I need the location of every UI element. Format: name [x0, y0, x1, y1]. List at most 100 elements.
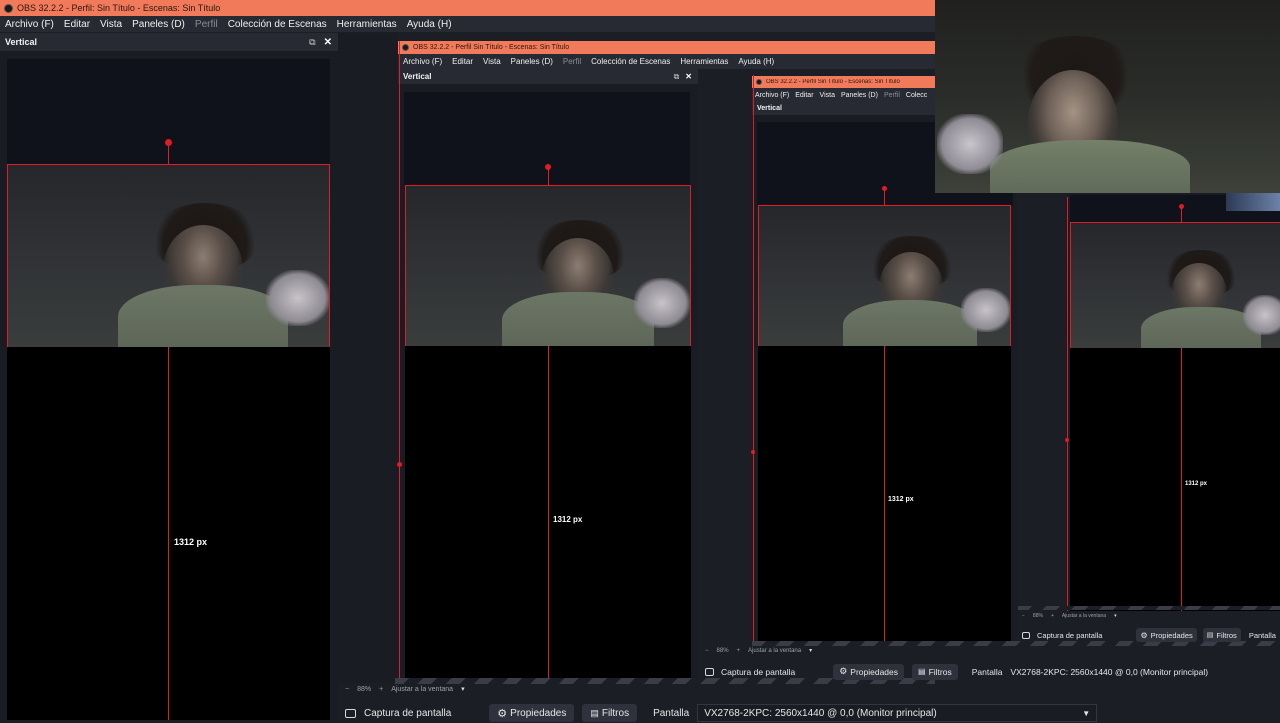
properties-label: Propiedades — [1150, 630, 1193, 640]
menu-herramientas[interactable]: Herramientas — [332, 19, 402, 30]
camera-subject-hoodie — [843, 300, 977, 346]
menu-perfil[interactable]: Perfil — [881, 92, 903, 99]
center-guide-line — [1181, 207, 1182, 223]
window-blue-corner — [1226, 193, 1280, 211]
fit-window-label[interactable]: Ajustar a la ventana — [391, 686, 453, 693]
properties-button[interactable]: ⚙ Propiedades — [833, 663, 905, 680]
undock-icon[interactable]: ⧉ — [309, 37, 315, 48]
camera-source[interactable] — [758, 205, 1011, 347]
menu-perfil[interactable]: Perfil — [558, 57, 586, 66]
chevron-down-icon[interactable]: ▾ — [1114, 613, 1117, 619]
menu-perfil[interactable]: Perfil — [190, 19, 223, 30]
measure-label: 1312 px — [888, 496, 914, 503]
zoom-out-button[interactable]: − — [705, 648, 709, 654]
zoom-out-button[interactable]: − — [1022, 613, 1025, 619]
menu-editar[interactable]: Editar — [792, 92, 816, 99]
zoom-bar-nested-2: − 88% + Ajustar a la ventana ▾ — [1022, 613, 1117, 619]
left-edge-handle[interactable] — [397, 462, 402, 467]
nested-title-bar[interactable]: OBS 32.2.2 - Perfil Sin Título - Escenas… — [398, 41, 935, 54]
canvas-top-empty — [404, 92, 690, 185]
rotation-handle[interactable] — [1179, 204, 1184, 209]
menu-coleccion[interactable]: Colecc — [903, 92, 930, 99]
center-guide-line — [548, 168, 549, 186]
rotation-handle[interactable] — [165, 139, 172, 146]
menu-editar[interactable]: Editar — [59, 19, 95, 30]
left-edge-line — [1067, 197, 1068, 611]
filters-button[interactable]: ▤ Filtros — [582, 704, 638, 722]
filters-label: Filtros — [928, 666, 952, 677]
screen-label: Pantalla — [653, 707, 690, 719]
close-icon[interactable]: ✕ — [324, 37, 332, 48]
menu-coleccion[interactable]: Colección de Escenas — [223, 19, 332, 30]
screen-select[interactable]: VX2768-2KPC: 2560x1440 @ 0,0 (Monitor pr… — [697, 704, 1098, 722]
nested-vertical-canvas-3[interactable]: 1312 px — [1066, 193, 1280, 611]
camera-source[interactable] — [405, 185, 691, 347]
zoom-in-button[interactable]: + — [1051, 613, 1054, 619]
filters-button[interactable]: ▤ Filtros — [1202, 628, 1241, 642]
cam-hoodie — [990, 140, 1190, 193]
obs-logo-icon — [4, 3, 13, 13]
rotation-handle[interactable] — [545, 164, 551, 170]
left-edge-handle[interactable] — [751, 450, 755, 454]
menu-ayuda[interactable]: Ayuda (H) — [402, 19, 457, 30]
zoom-in-button[interactable]: + — [379, 686, 383, 693]
obs-window-nested-3: 1312 px — [1018, 193, 1280, 613]
close-icon[interactable]: ✕ — [685, 72, 692, 81]
properties-button[interactable]: ⚙ Propiedades — [1136, 628, 1197, 642]
filter-icon: ▤ — [590, 707, 599, 718]
source-toolbar-nested-2: Captura de pantalla ⚙ Propiedades ▤ Filt… — [1022, 627, 1276, 643]
preview-border-stripe — [1018, 606, 1280, 610]
chevron-down-icon[interactable]: ▾ — [809, 647, 812, 654]
menu-ayuda[interactable]: Ayuda (H) — [733, 57, 779, 66]
menu-vista[interactable]: Vista — [817, 92, 838, 99]
menu-paneles[interactable]: Paneles (D) — [127, 19, 190, 30]
nested-vertical-canvas-2[interactable]: 1312 px — [752, 115, 1017, 642]
chevron-down-icon: ▼ — [1082, 708, 1091, 718]
menu-coleccion[interactable]: Colección de Escenas — [586, 57, 675, 66]
fit-window-label[interactable]: Ajustar a la ventana — [748, 648, 801, 654]
undock-icon[interactable]: ⧉ — [674, 72, 680, 82]
nested-title-bar-2[interactable]: OBS 32.2.2 - Perfil Sin Título - Escenas… — [752, 76, 935, 88]
menu-herramientas[interactable]: Herramientas — [675, 57, 733, 66]
screen-value[interactable]: VX2768-2KPC: 2560x1440 @ 0,0 (Monitor pr… — [1010, 667, 1208, 677]
menu-vista[interactable]: Vista — [95, 19, 127, 30]
screen-value: VX2768-2KPC: 2560x1440 @ 0,0 (Monitor pr… — [704, 707, 937, 719]
filters-button[interactable]: ▤ Filtros — [912, 663, 958, 680]
nested-menu-bar-2: Archivo (F) Editar Vista Paneles (D) Per… — [752, 88, 935, 102]
fit-window-label[interactable]: Ajustar a la ventana — [1062, 613, 1106, 619]
monitor-icon — [705, 667, 714, 676]
rotation-handle[interactable] — [882, 186, 887, 191]
menu-editar[interactable]: Editar — [447, 57, 478, 66]
zoom-out-button[interactable]: − — [345, 686, 349, 693]
zoom-in-button[interactable]: + — [737, 648, 741, 654]
properties-button[interactable]: ⚙ Propiedades — [489, 704, 575, 722]
measure-label: 1312 px — [553, 515, 583, 524]
properties-label: Propiedades — [510, 707, 567, 719]
webcam-preview — [935, 0, 1280, 193]
dock-title: Vertical — [757, 105, 782, 112]
cam-hand — [937, 114, 1003, 174]
camera-source[interactable] — [7, 164, 330, 348]
menu-paneles[interactable]: Paneles (D) — [506, 57, 558, 66]
zoom-bar-nested: − 88% + Ajustar a la ventana ▾ — [705, 647, 812, 655]
properties-label: Propiedades — [850, 666, 899, 677]
dock-title: Vertical — [5, 37, 38, 47]
menu-paneles[interactable]: Paneles (D) — [838, 92, 881, 99]
canvas-bottom-empty — [1070, 348, 1280, 611]
chevron-down-icon[interactable]: ▾ — [461, 685, 465, 693]
bottom-measure-line — [1181, 348, 1182, 611]
gear-icon: ⚙ — [497, 707, 508, 720]
menu-bar: Archivo (F) Editar Vista Paneles (D) Per… — [0, 16, 935, 32]
source-name: Captura de pantalla — [1037, 630, 1103, 640]
menu-vista[interactable]: Vista — [478, 57, 506, 66]
menu-archivo[interactable]: Archivo (F) — [398, 57, 447, 66]
bottom-measure-line — [884, 346, 885, 642]
vertical-canvas[interactable]: 1312 px — [0, 51, 338, 720]
menu-archivo[interactable]: Archivo (F) — [0, 19, 59, 30]
title-bar[interactable]: OBS 32.2.2 - Perfil: Sin Título - Escena… — [0, 0, 935, 16]
camera-source[interactable] — [1070, 222, 1280, 349]
menu-archivo[interactable]: Archivo (F) — [752, 92, 792, 99]
center-guide-line — [884, 189, 885, 206]
left-edge-handle[interactable] — [1065, 438, 1069, 442]
nested-vertical-canvas[interactable]: 1312 px — [398, 84, 698, 679]
